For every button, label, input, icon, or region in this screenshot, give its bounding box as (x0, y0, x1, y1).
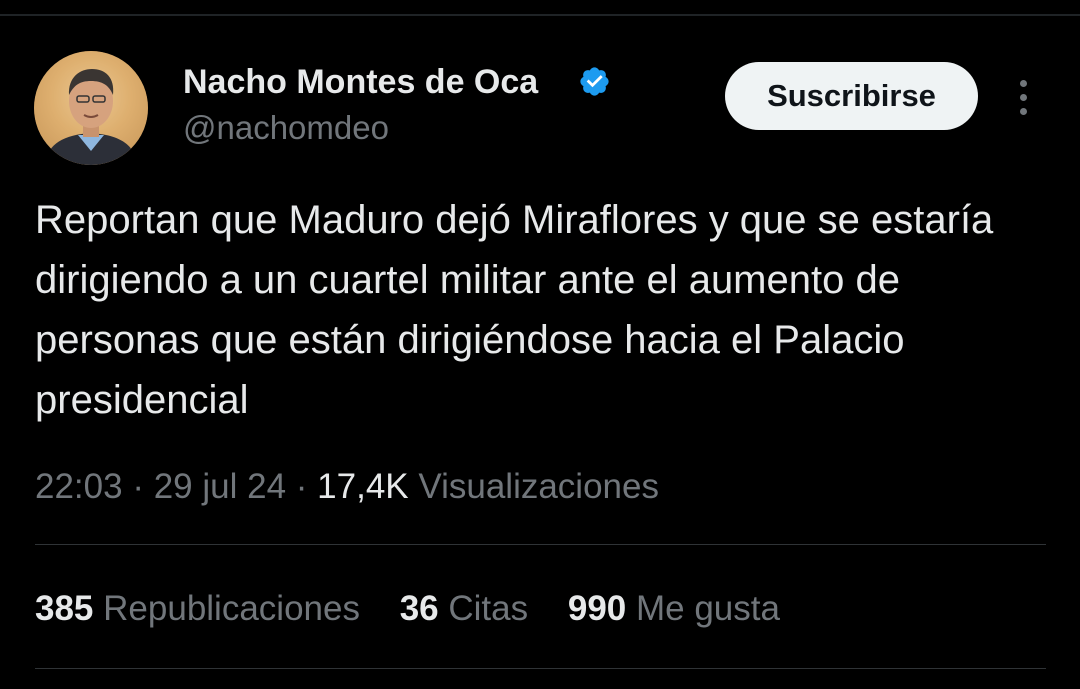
avatar-portrait-icon (34, 51, 148, 165)
engagement-stats: 385 Republicaciones 36 Citas 990 Me gust… (35, 588, 810, 630)
subscribe-button[interactable]: Suscribirse (725, 62, 978, 130)
divider (35, 668, 1046, 669)
tweet-time[interactable]: 22:03 (35, 467, 123, 506)
likes-label: Me gusta (636, 589, 780, 628)
likes-stat[interactable]: 990 Me gusta (568, 589, 780, 628)
top-divider (0, 14, 1080, 16)
reposts-stat[interactable]: 385 Republicaciones (35, 589, 360, 628)
avatar[interactable] (34, 51, 148, 165)
tweet-meta: 22:03 · 29 jul 24 · 17,4K Visualizacione… (35, 466, 659, 508)
meta-separator: · (132, 467, 144, 506)
views-label: Visualizaciones (418, 467, 659, 506)
more-vertical-icon[interactable] (1012, 78, 1036, 118)
quotes-label: Citas (448, 589, 529, 628)
author-display-name[interactable]: Nacho Montes de Oca (183, 62, 538, 102)
reposts-count: 385 (35, 589, 94, 628)
quotes-count: 36 (399, 589, 439, 628)
views-count: 17,4K (317, 467, 409, 506)
meta-separator: · (295, 467, 308, 506)
divider (35, 544, 1046, 545)
tweet-text: Reportan que Maduro dejó Miraflores y qu… (35, 198, 994, 422)
reposts-label: Republicaciones (103, 589, 360, 628)
quotes-stat[interactable]: 36 Citas (400, 589, 528, 628)
verified-badge-icon (580, 67, 609, 96)
likes-count: 990 (567, 589, 627, 628)
author-handle[interactable]: @nachomdeo (183, 108, 389, 148)
tweet-date[interactable]: 29 jul 24 (154, 467, 286, 506)
